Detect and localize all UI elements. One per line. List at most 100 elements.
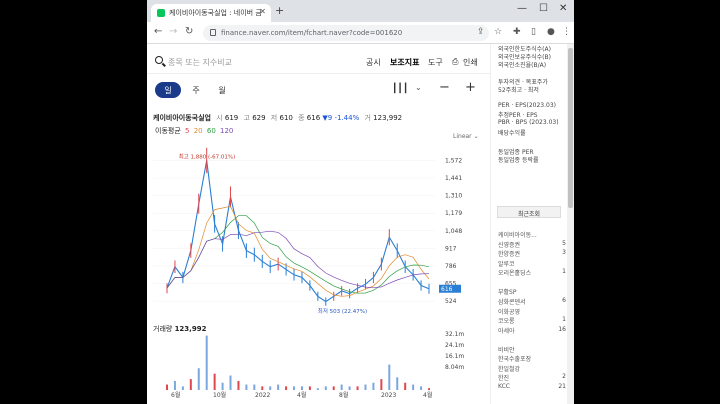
sidebar-info-item: 52주최고 · 최저 [498, 87, 539, 94]
tab-monthly[interactable]: 월 [215, 82, 229, 98]
volume: 123,992 [373, 114, 403, 122]
x-tick-label: 2022 [255, 392, 270, 398]
browser-tab[interactable]: 케이비아이동국실업 : 네이버 금 ✕ [151, 4, 271, 22]
volume-bar [189, 379, 192, 390]
recent-item[interactable]: 케이비아이동... [498, 230, 537, 239]
tab-weekly[interactable]: 주 [189, 82, 203, 98]
recent-item[interactable]: 아세아 [498, 326, 515, 335]
period-tabs: 일 주 월 ┃┃┃ ⌄ − + [147, 80, 490, 100]
ma-5[interactable]: 5 [185, 127, 189, 135]
zoom-out-button[interactable]: − [439, 80, 450, 95]
menu-indicators[interactable]: 보조지표 [390, 57, 419, 68]
y-tick-label: 524 [445, 298, 457, 305]
recent-item[interactable]: 오리온홀딩스 [498, 268, 531, 277]
price-change-pct: -1.44% [334, 114, 360, 122]
recent-item-count: 1 [562, 316, 566, 323]
x-tick-label: 6월 [171, 391, 180, 398]
candle-chart-icon[interactable]: ┃┃┃ [392, 84, 408, 94]
recent-item[interactable]: 코오롱 [498, 316, 515, 325]
volume-bar [412, 384, 415, 390]
back-icon[interactable]: ← [154, 26, 162, 37]
volume-bar [277, 384, 280, 390]
recent-item[interactable]: 신영증권 [498, 240, 520, 249]
search-input[interactable]: 종목 또는 지수비교 [168, 57, 232, 68]
y-tick-label: 1,441 [445, 175, 462, 182]
volume-bar [428, 388, 430, 390]
new-tab-button[interactable]: + [275, 4, 284, 17]
quote-summary: 케이비아이동국실업 시 619 고 629 저 610 종 616 ▼9 -1.… [153, 114, 403, 122]
print-icon[interactable]: ⎙ [452, 57, 458, 67]
chart-plot: 1,5721,4411,3101,1791,048917786655524최고 … [153, 147, 464, 398]
sidebar-info-item: 동일업종 등락률 [498, 157, 539, 164]
tab-strip: 케이비아이동국실업 : 네이버 금 ✕ + — ☐ ✕ [147, 0, 574, 22]
x-tick-label: 4월 [423, 391, 432, 398]
volume-bar [316, 388, 319, 390]
url-text: finance.naver.com/item/fchart.naver?code… [221, 29, 403, 37]
extensions-icon[interactable]: ✚ [513, 27, 521, 37]
volume-bar [197, 368, 200, 390]
menu-tools[interactable]: 도구 [428, 57, 443, 68]
x-tick-label: 10월 [213, 391, 226, 398]
scrollbar[interactable] [567, 44, 574, 404]
recent-item-count: 1 [562, 268, 566, 275]
info-sidebar: 외국인한도주식수(A) 외국인보유주식수(B) 외국인소진율(B/A) 투자의견 · … [490, 44, 574, 404]
y-tick-label: 786 [445, 263, 457, 270]
volume-bar [166, 384, 168, 390]
recent-item-count: 3 [562, 249, 566, 256]
recent-item[interactable]: 한양증권 [498, 249, 520, 258]
recent-item[interactable]: 한일철강 [498, 364, 520, 373]
recent-item[interactable]: 삼화콘덴서 [498, 297, 526, 306]
recent-item[interactable]: 한국수출포장 [498, 354, 531, 363]
reload-icon[interactable]: ↻ [185, 26, 193, 37]
y-tick-label: 1,572 [445, 157, 462, 164]
browser-toolbar: ← → ↻ finance.naver.com/item/fchart.nave… [147, 22, 574, 44]
volume-bar [356, 386, 359, 390]
sidebar-info-item: PBR · BPS (2023.03) [498, 119, 559, 126]
recent-item[interactable]: 부활SP [498, 287, 516, 296]
menu-kebab-icon[interactable]: ⋮ [562, 27, 571, 37]
current-price-label: 616 [441, 286, 453, 293]
scrollbar-thumb[interactable] [568, 48, 573, 208]
y-tick-label: 1,048 [445, 228, 462, 235]
bookmark-star-icon[interactable]: ☆ [494, 27, 502, 37]
price-chart[interactable]: 1,5721,4411,3101,1791,048917786655524최고 … [147, 142, 490, 398]
recent-item[interactable]: 비비안 [498, 345, 515, 354]
recent-item[interactable]: KCC [498, 383, 510, 390]
y-tick-label: 917 [445, 245, 457, 252]
share-icon[interactable]: ⇪ [477, 27, 485, 37]
sidepanel-icon[interactable]: ▯ [531, 27, 536, 37]
close-window-icon[interactable]: ✕ [559, 3, 567, 14]
tab-title: 케이비아이동국실업 : 네이버 금 [169, 9, 262, 17]
zoom-in-button[interactable]: + [465, 80, 476, 95]
price-change: ▼9 [322, 114, 333, 122]
volume-bar [348, 386, 351, 390]
address-bar[interactable]: finance.naver.com/item/fchart.naver?code… [203, 25, 489, 41]
minimize-icon[interactable]: — [517, 3, 527, 14]
recent-item-count: 2 [562, 373, 566, 380]
volume-bar [420, 386, 423, 390]
menu-print[interactable]: 인쇄 [463, 57, 478, 68]
x-tick-label: 2023 [381, 392, 396, 398]
forward-icon[interactable]: → [169, 26, 177, 37]
volume-bar [308, 386, 311, 390]
recent-item[interactable]: 알루코 [498, 259, 515, 268]
ma-60[interactable]: 60 [207, 127, 216, 135]
close-tab-icon[interactable]: ✕ [259, 7, 266, 16]
recent-item[interactable]: 한진 [498, 373, 509, 382]
recent-header[interactable]: 최근조회 [497, 206, 561, 218]
volume-bar [221, 382, 224, 390]
menu-disclosure[interactable]: 공시 [366, 57, 381, 68]
recent-item[interactable]: 이화공영 [498, 307, 520, 316]
maximize-icon[interactable]: ☐ [539, 3, 548, 14]
search-icon[interactable] [155, 56, 163, 64]
recent-item-count: 21 [558, 383, 566, 390]
profile-icon[interactable]: ● [547, 27, 555, 37]
scale-selector[interactable]: Linear ⌄ [453, 133, 479, 140]
volume-bar [380, 379, 383, 390]
ma-120[interactable]: 120 [220, 127, 233, 135]
chevron-down-icon[interactable]: ⌄ [415, 83, 422, 92]
ma-20[interactable]: 20 [194, 127, 203, 135]
volume-bar [173, 380, 176, 390]
volume-tick-label: 16.1m [445, 353, 464, 360]
tab-daily[interactable]: 일 [155, 82, 181, 98]
